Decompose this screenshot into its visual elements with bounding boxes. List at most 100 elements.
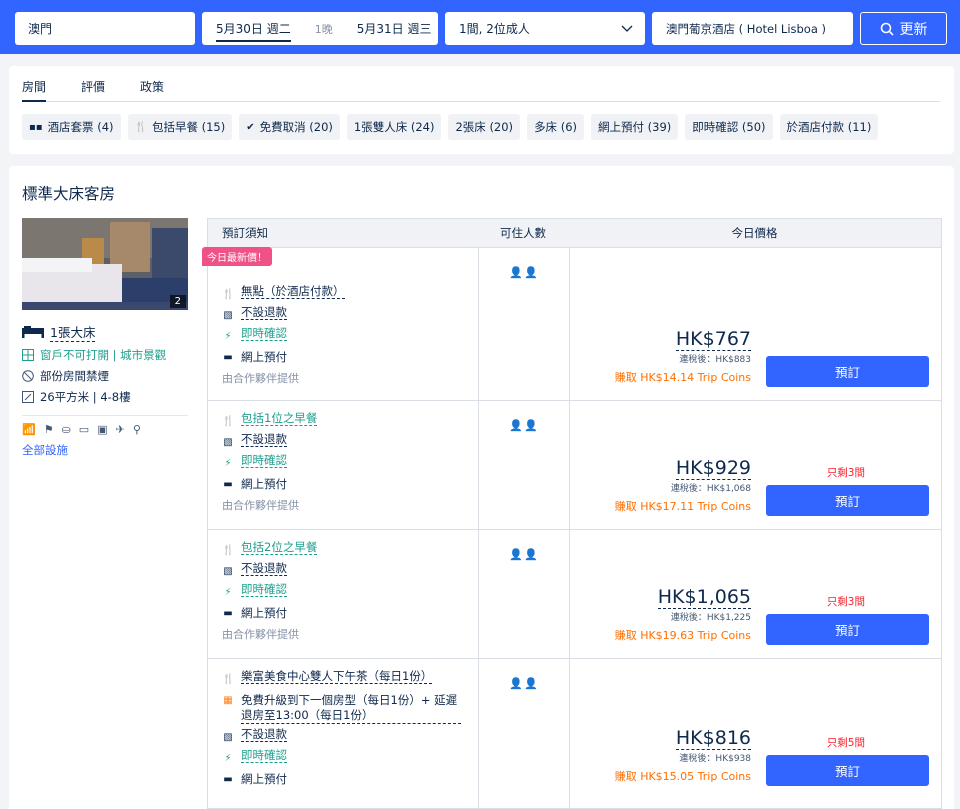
- book-button[interactable]: 預訂: [766, 356, 929, 387]
- upgrade-perk[interactable]: ▦ 免費升級到下一個房型（每日1份）+ 延遲退房至13:00（每日1份）: [222, 690, 478, 727]
- lightning-icon: ⚡: [224, 331, 232, 342]
- refund-policy[interactable]: ▧ 不設退款: [222, 305, 478, 326]
- refund-policy[interactable]: ▧ 不設退款: [222, 727, 478, 748]
- two-adults-icon: 👤👤: [509, 419, 539, 432]
- price[interactable]: HK$816: [675, 727, 751, 750]
- rate-table: 預訂須知 可住人數 今日價格 今日最新價！ 🍴 無點（於酒店付款） ▧ 不設退款 ⚡…: [202, 218, 942, 809]
- no-refund-icon: ▧: [223, 437, 233, 448]
- card-icon: ▬: [223, 352, 233, 363]
- size-label: 26平方米 | 4-8樓: [40, 389, 131, 404]
- room-title: 標準大床客房: [22, 185, 116, 203]
- tab-reviews[interactable]: 評價: [81, 78, 105, 102]
- trip-coins: 賺取 HK$15.05 Trip Coins: [614, 770, 751, 783]
- book-button[interactable]: 預訂: [766, 755, 929, 786]
- photo-count: 2: [169, 295, 186, 308]
- hotel-input[interactable]: 澳門葡京酒店 ( Hotel Lisboa ): [652, 12, 853, 45]
- instant-confirm[interactable]: ⚡ 即時確認: [222, 748, 478, 769]
- two-adults-icon: 👤👤: [509, 677, 539, 690]
- meal-info[interactable]: 🍴 無點（於酒店付款）: [222, 284, 478, 305]
- date-picker[interactable]: 5月30日 週二 1晚 5月31日 週三: [202, 12, 438, 45]
- utensils-icon: 🍴: [222, 674, 235, 685]
- price-cell: HK$767 連稅後：HK$883 賺取 HK$14.14 Trip Coins…: [570, 248, 941, 400]
- price[interactable]: HK$1,065: [657, 586, 751, 609]
- breakfast-info[interactable]: 🍴 包括2位之早餐: [222, 540, 478, 561]
- instant-confirm[interactable]: ⚡ 即時確認: [222, 453, 478, 474]
- chip-label: 於酒店付款 (11): [786, 120, 872, 134]
- price-cell: HK$929 連稅後：HK$1,068 賺取 HK$17.11 Trip Coi…: [570, 401, 941, 529]
- destination-input[interactable]: 澳門: [15, 12, 195, 45]
- chip-multi-bed[interactable]: 多床 (6): [527, 114, 585, 140]
- shower-icon: ⚲: [132, 423, 141, 436]
- bed-type[interactable]: 1張大床: [22, 320, 188, 344]
- book-button[interactable]: 預訂: [766, 485, 929, 516]
- prepay-info: ▬ 網上預付: [222, 347, 478, 368]
- instant-confirm[interactable]: ⚡ 即時確認: [222, 582, 478, 603]
- instant-confirm[interactable]: ⚡ 即時確認: [222, 326, 478, 347]
- table-row: 🍴 包括2位之早餐 ▧ 不設退款 ⚡ 即時確認 ▬ 網上預付 由合作夥伴提供 👤👤 HK…: [208, 530, 941, 659]
- utensils-icon: 🍴: [222, 545, 235, 556]
- tax-price: 連稅後：HK$883: [679, 355, 751, 365]
- two-adults-icon: 👤👤: [509, 548, 539, 561]
- feature-text: 即時確認: [241, 748, 287, 763]
- guests-select[interactable]: 1間, 2位成人: [445, 12, 645, 45]
- refund-policy[interactable]: ▧ 不設退款: [222, 432, 478, 453]
- feature-text: 不設退款: [241, 561, 287, 576]
- table-row: 🍴 樂富美食中心雙人下午茶（每日1份） ▦ 免費升級到下一個房型（每日1份）+ 延遲…: [208, 659, 941, 809]
- price[interactable]: HK$767: [675, 328, 751, 351]
- chip-double-bed[interactable]: 1張雙人床 (24): [346, 114, 442, 140]
- room-photo[interactable]: 2: [22, 218, 188, 310]
- room-tabs: 房間 評價 政策: [22, 78, 940, 102]
- chip-label: 包括早餐 (15): [151, 120, 226, 134]
- window-icon: [22, 348, 34, 361]
- chip-label: 即時確認 (50): [692, 120, 766, 134]
- tab-rooms[interactable]: 房間: [22, 78, 47, 102]
- rooms-left: 只剩5間: [826, 737, 865, 749]
- chip-label: 酒店套票 (4): [47, 120, 114, 134]
- chip-prepay[interactable]: 網上預付 (39): [591, 114, 679, 140]
- room-card: 標準大床客房 2 1張大床 窗戶不可打開 | 城市景觀 部份房間禁煙 26平方米…: [9, 166, 954, 809]
- no-refund-icon: ▧: [223, 566, 233, 577]
- bathtub-icon: ⛀: [61, 423, 71, 436]
- book-button[interactable]: 預訂: [766, 614, 929, 645]
- divider: [22, 415, 188, 416]
- all-facilities-link[interactable]: 全部設施: [22, 442, 188, 458]
- chip-two-beds[interactable]: 2張床 (20): [448, 114, 521, 140]
- breakfast-info[interactable]: 🍴 包括1位之早餐: [222, 411, 478, 432]
- update-button-label: 更新: [899, 21, 928, 38]
- utensils-icon: 🍴: [222, 289, 235, 300]
- card-icon: ▬: [223, 479, 233, 490]
- chip-pay-at-hotel[interactable]: 於酒店付款 (11): [779, 114, 879, 140]
- checkin-date[interactable]: 5月30日 週二: [216, 16, 291, 42]
- smoking-policy: 部份房間禁煙: [22, 365, 188, 386]
- afternoon-tea-perk[interactable]: 🍴 樂富美食中心雙人下午茶（每日1份）: [222, 669, 478, 690]
- header-price: 今日價格: [731, 226, 778, 240]
- prepay-info: ▬ 網上預付: [222, 474, 478, 495]
- hairdryer-icon: ✈: [115, 423, 125, 436]
- occupancy: 👤👤: [478, 659, 570, 808]
- feature-text: 樂富美食中心雙人下午茶（每日1份）: [241, 669, 433, 684]
- feature-text: 網上預付: [241, 350, 287, 364]
- table-header: 預訂須知 可住人數 今日價格: [208, 219, 941, 248]
- partner-text: 由合作夥伴提供: [222, 628, 299, 641]
- partner-text: 由合作夥伴提供: [222, 499, 299, 512]
- price[interactable]: HK$929: [675, 457, 751, 480]
- no-smoking-icon: [22, 369, 34, 382]
- chip-free-cancel[interactable]: ✔ 免費取消 (20): [239, 114, 340, 140]
- prepay-info: ▬ 網上預付: [222, 769, 478, 790]
- destination-value: 澳門: [28, 22, 53, 36]
- chip-label: 網上預付 (39): [598, 120, 672, 134]
- price-cell: HK$816 連稅後：HK$938 賺取 HK$15.05 Trip Coins…: [570, 659, 941, 808]
- occupancy: 👤👤: [478, 530, 570, 658]
- chip-package[interactable]: ▪▪ 酒店套票 (4): [22, 114, 121, 140]
- update-button[interactable]: 更新: [860, 12, 947, 45]
- card-icon: ▬: [223, 774, 233, 785]
- trip-coins: 賺取 HK$19.63 Trip Coins: [614, 629, 751, 642]
- tab-policies[interactable]: 政策: [140, 78, 164, 102]
- price-block: HK$767 連稅後：HK$883 賺取 HK$14.14 Trip Coins: [615, 328, 751, 385]
- chip-breakfast[interactable]: 🍴 包括早餐 (15): [127, 114, 233, 140]
- refund-policy[interactable]: ▧ 不設退款: [222, 561, 478, 582]
- checkout-date[interactable]: 5月31日 週三: [357, 20, 432, 37]
- chevron-down-icon: [621, 25, 633, 32]
- trip-coins: 賺取 HK$17.11 Trip Coins: [614, 500, 751, 513]
- chip-instant[interactable]: 即時確認 (50): [685, 114, 773, 140]
